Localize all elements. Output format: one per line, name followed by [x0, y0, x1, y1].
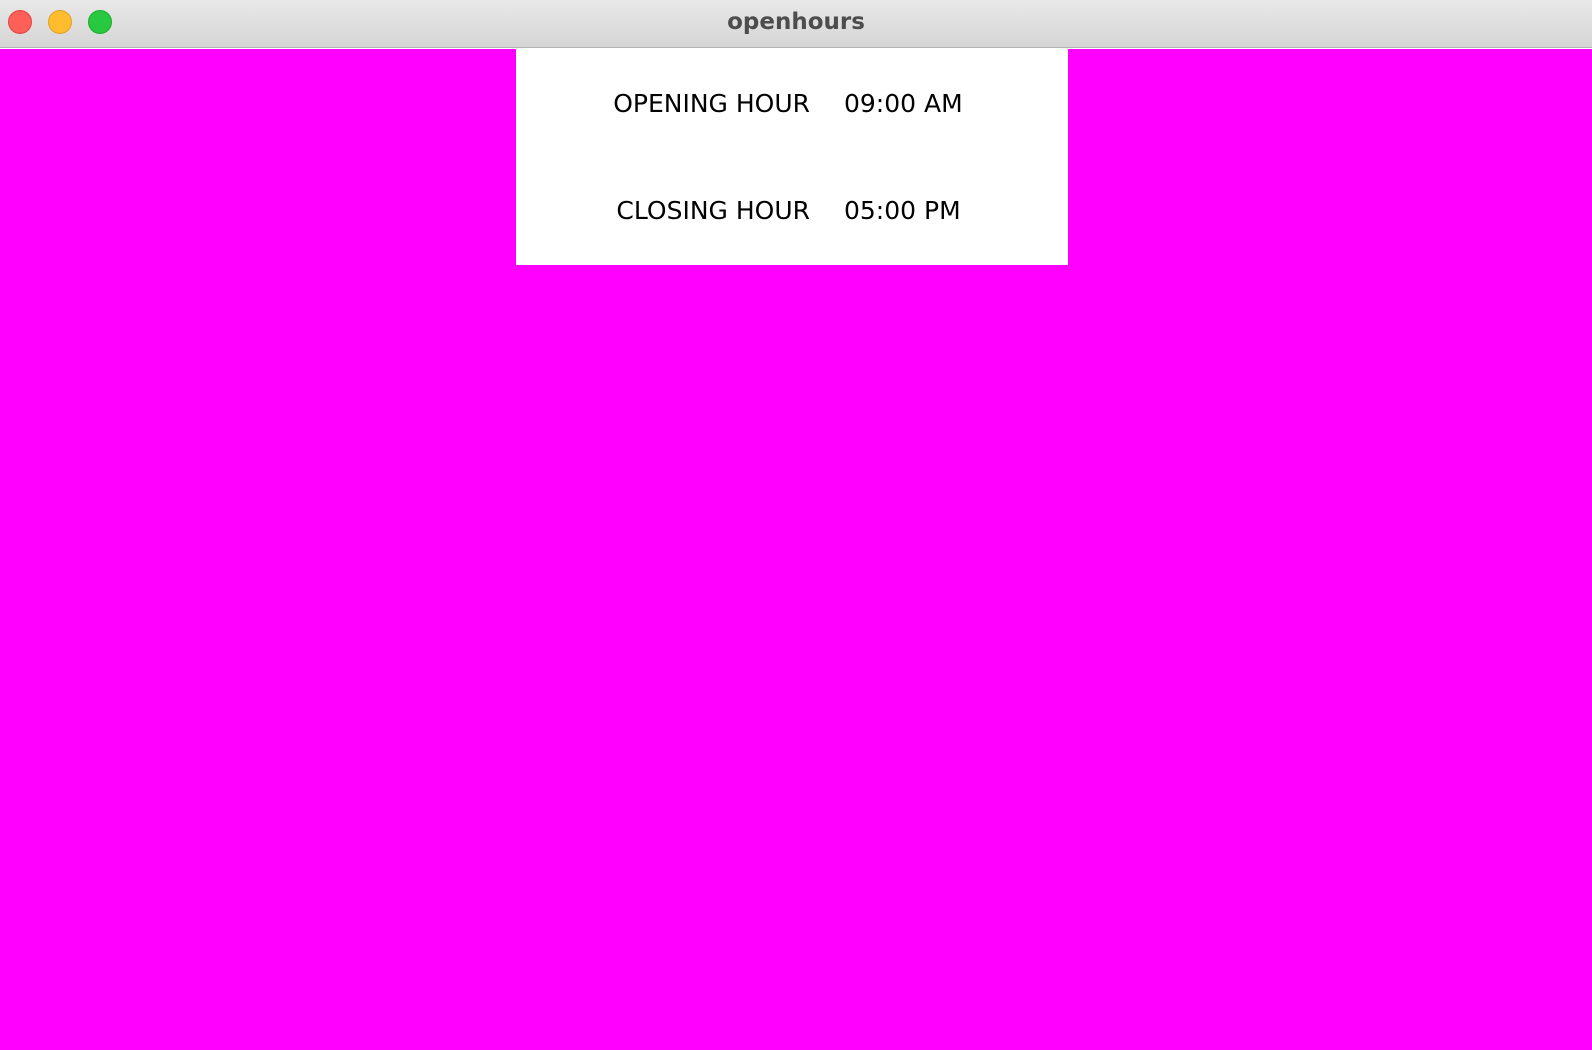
closing-hour-label: CLOSING HOUR — [616, 196, 810, 225]
closing-hour-value: 05:00 PM — [844, 196, 961, 225]
title-bar[interactable]: openhours — [0, 0, 1592, 48]
opening-hour-row: OPENING HOUR 09:00 AM — [516, 84, 1068, 124]
app-window: openhours OPENING HOUR 09:00 AM CLOSING … — [0, 0, 1592, 1050]
window-title: openhours — [727, 9, 865, 35]
content-area: OPENING HOUR 09:00 AM CLOSING HOUR 05:00… — [0, 49, 1592, 1050]
opening-hour-value: 09:00 AM — [844, 89, 963, 118]
opening-hour-label: OPENING HOUR — [613, 89, 810, 118]
closing-hour-row: CLOSING HOUR 05:00 PM — [516, 191, 1068, 231]
hours-panel: OPENING HOUR 09:00 AM CLOSING HOUR 05:00… — [516, 49, 1068, 265]
